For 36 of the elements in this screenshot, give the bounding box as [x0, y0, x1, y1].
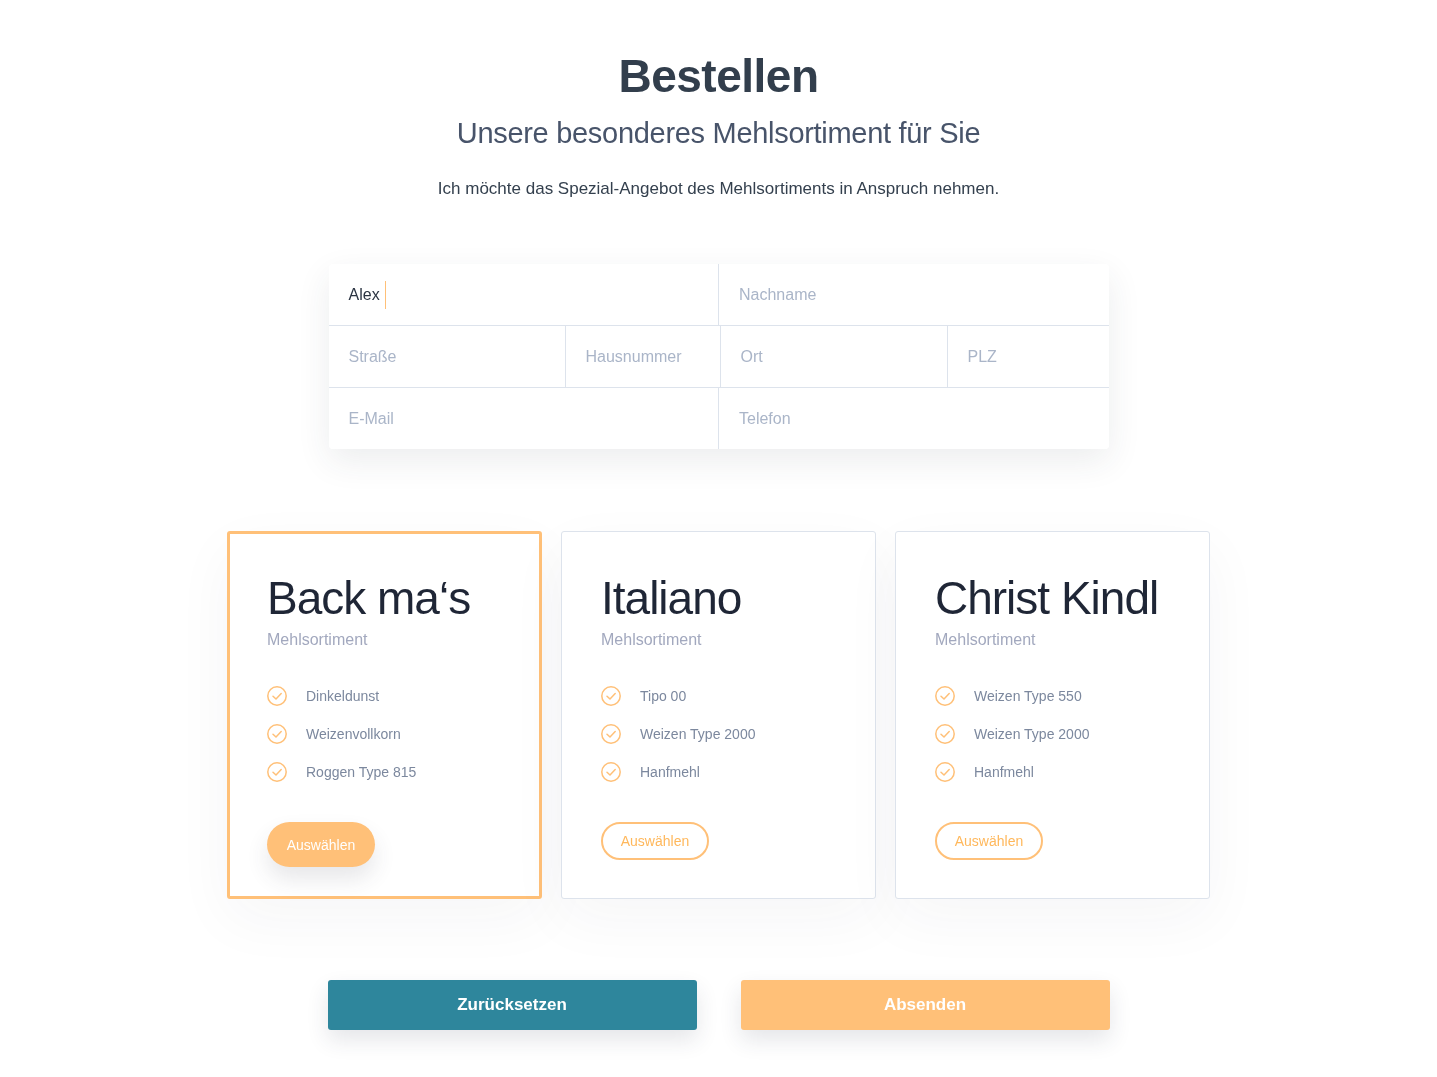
feature-label: Hanfmehl: [640, 764, 700, 780]
check-circle-icon: [267, 762, 287, 782]
text-field[interactable]: PLZ: [946, 326, 1109, 387]
offer-subtitle: Mehlsortiment: [935, 630, 1036, 650]
feature-label: Weizen Type 550: [974, 688, 1082, 704]
feature-label: Weizen Type 2000: [640, 726, 756, 742]
check-circle-icon: [267, 724, 287, 744]
offer-title: Italiano: [601, 572, 742, 625]
intro-text: Ich möchte das Spezial-Angebot des Mehlsortiments in Anspruch nehmen.: [437, 178, 1000, 200]
feature-label: Weizenvollkorn: [306, 726, 401, 742]
check-circle-icon: [601, 762, 621, 782]
check-circle-icon: [601, 686, 621, 706]
offer-card[interactable]: Italiano Mehlsortiment Tipo 00 Weizen Type 2000 Hanfmehl Auswählen: [561, 531, 876, 899]
offer-subtitle: Mehlsortiment: [267, 630, 368, 650]
offer-title: Back ma‘s: [267, 572, 471, 625]
offer-card[interactable]: Christ Kindl Mehlsortiment Weizen Type 550 Weizen Type 2000 Hanfmehl Auswählen: [895, 531, 1210, 899]
text-field[interactable]: Telefon: [718, 388, 1109, 449]
check-circle-icon: [935, 762, 955, 782]
feature-label: Roggen Type 815: [306, 764, 417, 780]
reset-button[interactable]: Zurücksetzen: [327, 980, 697, 1030]
check-circle-icon: [601, 724, 621, 744]
check-circle-icon: [935, 724, 955, 744]
text-field[interactable]: E-Mail: [328, 388, 718, 449]
page-subtitle: Unsere besonderes Mehlsortiment für Sie: [456, 116, 981, 151]
feature-label: Tipo 00: [640, 688, 687, 704]
offer-title: Christ Kindl: [935, 572, 1159, 625]
feature-label: Hanfmehl: [974, 764, 1034, 780]
check-circle-icon: [935, 686, 955, 706]
check-circle-icon: [267, 686, 287, 706]
text-field[interactable]: Nachname: [718, 264, 1109, 325]
offer-subtitle: Mehlsortiment: [601, 630, 702, 650]
page-title: Bestellen: [618, 49, 819, 104]
feature-label: Weizen Type 2000: [974, 726, 1090, 742]
offer-card[interactable]: Back ma‘s Mehlsortiment Dinkeldunst Weizenvollkorn Roggen Type 815 Auswählen: [227, 531, 542, 899]
feature-label: Dinkeldunst: [306, 688, 380, 704]
text-field[interactable]: Alex: [328, 264, 718, 325]
